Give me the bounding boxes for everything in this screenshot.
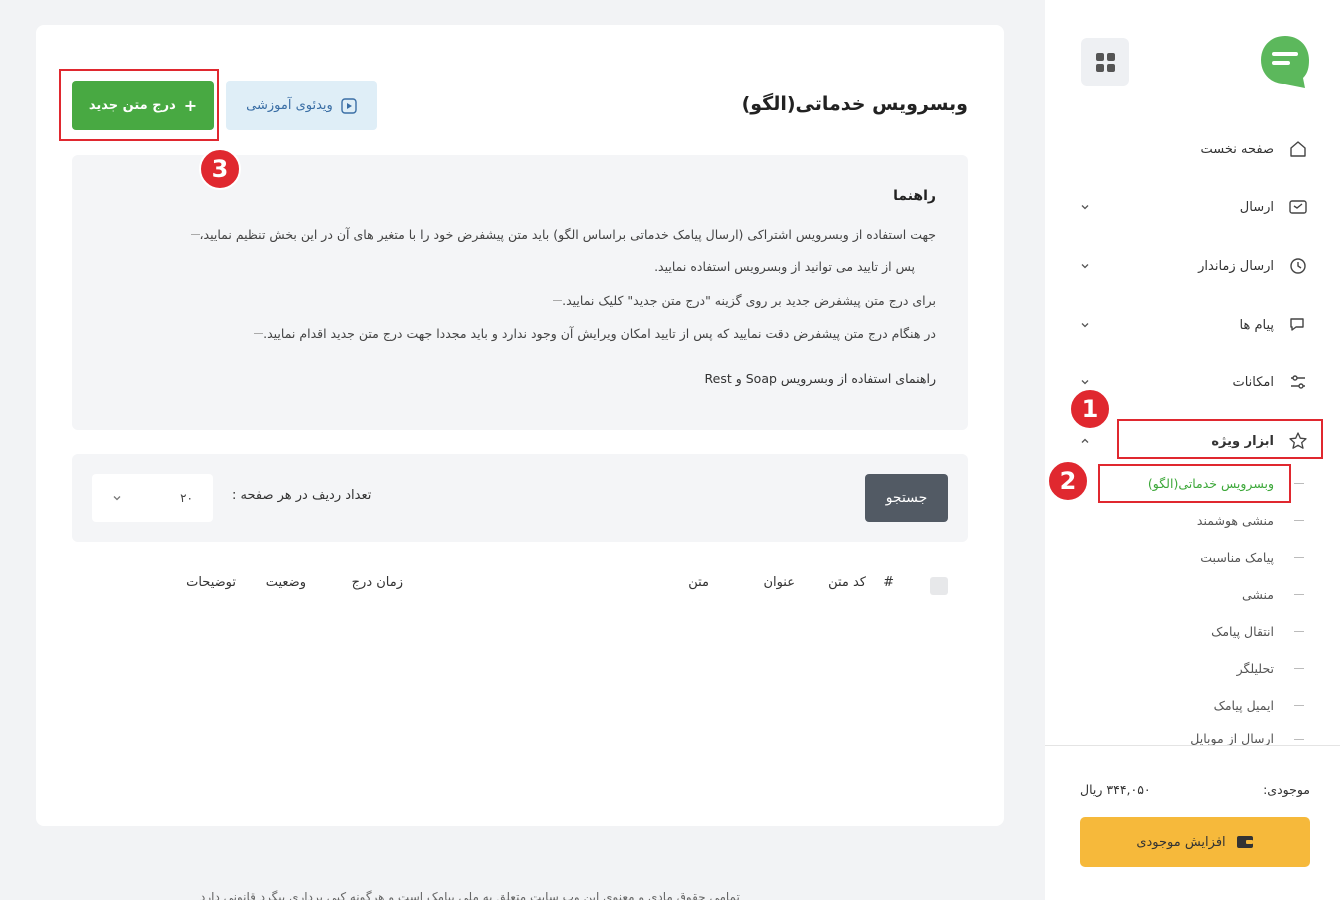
balance-label: موجودی: [1263, 782, 1310, 797]
grid-icon [1095, 52, 1115, 72]
rows-per-page-select[interactable]: ۲۰ [92, 474, 213, 522]
search-button[interactable]: جستجو [865, 474, 948, 522]
guide-item: برای درج متن پیشفرض جدید بر روی گزینه "د… [541, 293, 936, 308]
balance-value: ۳۴۴,۰۵۰ ریال [1080, 782, 1151, 797]
rows-per-page-value: ۲۰ [180, 491, 193, 505]
increase-balance-label: افزایش موجودی [1136, 834, 1226, 850]
column-header-title: عنوان [763, 575, 795, 590]
page-title: وبسرویس خدماتی(الگو) [741, 93, 968, 115]
column-header-text: متن [688, 575, 709, 590]
clock-icon [1286, 254, 1310, 278]
annotation-highlight-insert-button [59, 69, 219, 141]
annotation-highlight-webservice [1098, 464, 1291, 503]
submenu-item-send-from-mobile[interactable]: ارسال از موبایل [1104, 731, 1304, 745]
footer-copyright: تمامی حقوق مادی و معنوی این وب سایت متعل… [200, 890, 740, 900]
chat-icon [1286, 313, 1310, 337]
column-header-insert-time: زمان درج [351, 575, 403, 590]
home-icon [1286, 137, 1310, 161]
chevron-down-icon [1081, 380, 1089, 385]
column-header-description: توضیحات [186, 575, 236, 590]
annotation-number-3: 3 [199, 148, 241, 190]
submenu-item-occasion-sms[interactable]: پیامک مناسبت [1104, 546, 1304, 568]
chevron-down-icon [1081, 205, 1089, 210]
chevron-up-icon [1081, 438, 1089, 443]
nav-item-features[interactable]: امکانات [1080, 367, 1310, 397]
wallet-icon [1236, 836, 1253, 848]
nav-item-messages[interactable]: پیام ها [1080, 310, 1310, 340]
logo-icon [1261, 36, 1309, 88]
annotation-highlight-special-tools [1117, 419, 1323, 459]
tutorial-video-button[interactable]: ویدئوی آموزشی [226, 81, 377, 130]
bullet-dash [190, 234, 200, 235]
sidebar-divider [1045, 745, 1340, 746]
annotation-number-2: 2 [1047, 460, 1089, 502]
guide-item: در هنگام درج متن پیشفرض دقت نمایید که پس… [242, 326, 936, 341]
main-card: وبسرویس خدماتی(الگو) ویدئوی آموزشی + درج… [36, 25, 1004, 826]
apps-button[interactable] [1081, 38, 1129, 86]
guide-item: جهت استفاده از وبسرویس اشتراکی (ارسال پی… [179, 227, 936, 242]
column-header-code: کد متن [828, 575, 866, 590]
table-header: # کد متن عنوان متن زمان درج وضعیت توضیحا… [72, 565, 968, 605]
bullet-dash [254, 333, 264, 334]
annotation-number-1: 1 [1069, 388, 1111, 430]
submenu-item-analyzer[interactable]: تحلیلگر [1104, 657, 1304, 679]
nav-item-scheduled-send[interactable]: ارسال زماندار [1080, 251, 1310, 281]
rows-per-page-label: تعداد ردیف در هر صفحه : [232, 488, 372, 503]
guide-box: راهنما جهت استفاده از وبسرویس اشتراکی (ا… [72, 155, 968, 430]
play-icon [341, 97, 357, 114]
guide-title: راهنما [893, 188, 936, 204]
filter-bar: جستجو تعداد ردیف در هر صفحه : ۲۰ [72, 454, 968, 542]
select-all-checkbox[interactable] [930, 577, 948, 595]
submenu-item-email-sms[interactable]: ایمیل پیامک [1104, 694, 1304, 716]
submenu-item-secretary[interactable]: منشی [1104, 583, 1304, 605]
sliders-icon [1286, 370, 1310, 394]
send-icon [1286, 195, 1310, 219]
nav-item-send[interactable]: ارسال [1080, 192, 1310, 222]
chevron-down-icon [1081, 264, 1089, 269]
tutorial-video-label: ویدئوی آموزشی [246, 98, 333, 113]
increase-balance-button[interactable]: افزایش موجودی [1080, 817, 1310, 867]
bullet-dash [553, 300, 563, 301]
guide-item-continued: پس از تایید می توانید از وبسرویس استفاده… [654, 259, 915, 274]
nav-item-home[interactable]: صفحه نخست [1080, 134, 1310, 164]
webservice-guide-link[interactable]: راهنمای استفاده از وبسرویس Soap و Rest [705, 371, 936, 386]
column-header-status: وضعیت [265, 575, 306, 590]
column-header-index: # [883, 575, 894, 590]
chevron-down-icon [113, 496, 121, 501]
submenu-item-smart-secretary[interactable]: منشی هوشمند [1104, 509, 1304, 531]
submenu-item-sms-transfer[interactable]: انتقال پیامک [1104, 620, 1304, 642]
chevron-down-icon [1081, 323, 1089, 328]
